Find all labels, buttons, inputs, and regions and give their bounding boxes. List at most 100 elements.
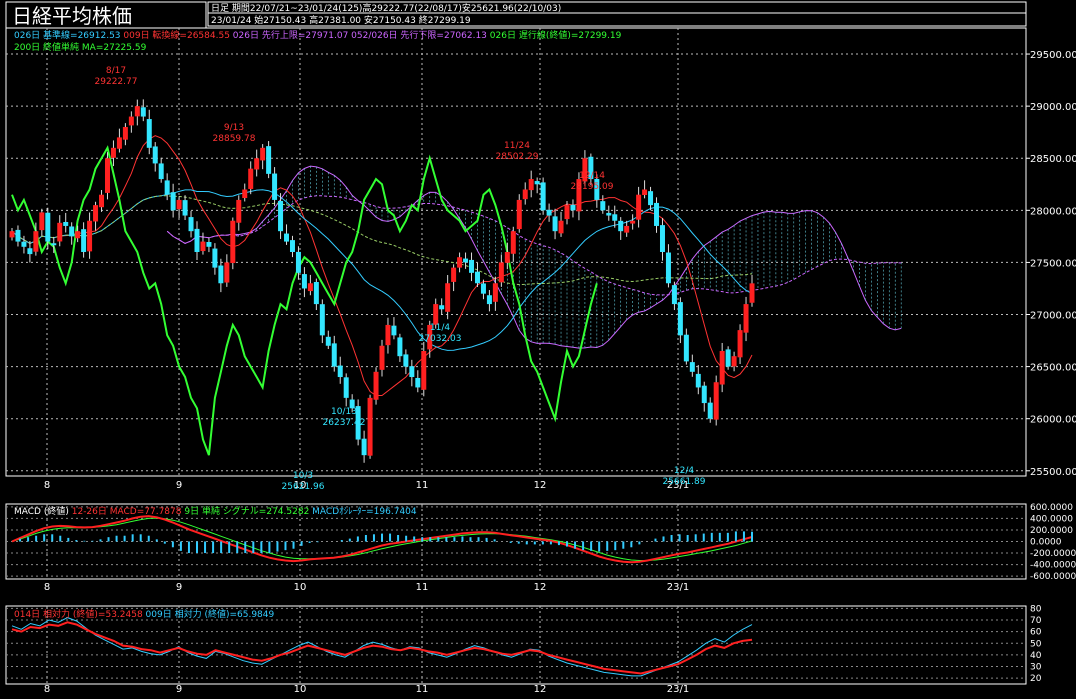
legend-entry: 009日 転換線=26584.55 — [121, 29, 230, 41]
candle-body — [409, 366, 415, 378]
legend-text: 026日 基準線=26912.53 009日 転換線=26584.55 026日… — [14, 29, 622, 41]
candle-body — [552, 216, 558, 232]
candle-body — [457, 257, 463, 268]
candle-body — [683, 334, 689, 362]
candle-body — [140, 107, 146, 117]
macd-legend: MACD (終値) 12-26日 MACD=77.7878 9日 単純 シグナル… — [14, 505, 417, 517]
y-tick-label: 40 — [1030, 651, 1042, 661]
legend-text: 200日 終値単純 MA=27225.59 — [14, 41, 147, 53]
chart-title: 日経平均株価 — [12, 4, 132, 28]
candle-body — [87, 220, 93, 252]
candle-body — [403, 354, 409, 367]
candle-body — [260, 147, 266, 161]
candle-body — [749, 283, 755, 303]
rsi14-line — [11, 621, 753, 675]
candle-body — [158, 163, 164, 180]
x-tick-label: 11 — [416, 480, 429, 491]
candle-body — [737, 330, 743, 358]
y-tick-label: 70 — [1030, 616, 1042, 626]
candle-body — [81, 229, 87, 252]
candle-body — [373, 371, 379, 400]
candle-body — [642, 189, 648, 196]
candle-body — [540, 182, 546, 211]
senkou-a-line — [166, 165, 902, 349]
annotation-date: 11/4 — [430, 323, 450, 333]
candle-body — [289, 240, 295, 252]
candle-body — [725, 349, 731, 367]
y-tick-label: 30 — [1030, 663, 1042, 673]
y-tick-label: 25500.00 — [1030, 467, 1076, 478]
legend-entry: MACDｵｼﾚｰﾀｰ=196.7404 — [309, 506, 417, 517]
candle-body — [528, 179, 534, 191]
candle-body — [343, 377, 349, 398]
candle-body — [152, 146, 158, 164]
y-tick-label: 20 — [1030, 674, 1042, 684]
y-tick-label: -400.0000 — [1030, 561, 1076, 571]
legend-entry: 026日 遅行線(終値)=27299.19 — [487, 29, 622, 41]
candle-body — [558, 220, 564, 234]
candle-body — [463, 258, 469, 263]
candle-body — [75, 231, 81, 239]
candle-body — [659, 225, 665, 252]
y-tick-label: 26500.00 — [1030, 363, 1076, 374]
y-tick-label: 200.0000 — [1030, 526, 1073, 536]
candle-body — [122, 126, 128, 140]
candle-body — [313, 282, 319, 305]
y-tick-label: 28500.00 — [1030, 154, 1076, 165]
candle-body — [110, 147, 116, 158]
candle-body — [242, 189, 248, 199]
annotation-date: 9/13 — [224, 123, 244, 133]
candle-body — [654, 202, 660, 226]
candle-body — [295, 251, 301, 273]
price-panel — [5, 27, 1027, 477]
x-tick-label: 12 — [534, 582, 547, 593]
candle-body — [104, 158, 110, 193]
candle-body — [194, 228, 200, 252]
candle-body — [278, 200, 284, 232]
candle-body — [367, 397, 373, 456]
candle-body — [534, 181, 540, 185]
candle-body — [236, 199, 242, 223]
candle-body — [421, 350, 427, 390]
legend-entry: 026日 基準線=26912.53 — [14, 29, 121, 41]
y-tick-label: 80 — [1030, 604, 1042, 614]
x-tick-label: 9 — [176, 480, 182, 491]
y-tick-label: 28000.00 — [1030, 206, 1076, 217]
candle-body — [15, 229, 21, 242]
y-tick-label: -600.0000 — [1030, 572, 1076, 582]
candle-body — [391, 325, 397, 336]
candle-body — [606, 212, 612, 216]
candle-body — [516, 199, 522, 230]
candle-body — [272, 173, 278, 200]
candle-body — [624, 225, 630, 233]
candle-body — [301, 274, 307, 289]
annotation-date: 12/14 — [579, 171, 605, 181]
candle-body — [689, 362, 695, 372]
y-tick-label: 29000.00 — [1030, 102, 1076, 113]
legend-text: 014日 相対力 (終値)=53.2458 009日 相対力 (終値)=65.9… — [14, 608, 275, 620]
candle-body — [93, 205, 99, 222]
x-tick-label: 23/1 — [667, 684, 689, 695]
legend-entry: 12-26日 MACD=77.7878 — [69, 506, 182, 517]
candle-body — [331, 343, 337, 367]
candle-body — [648, 191, 654, 206]
y-tick-label: 600.0000 — [1030, 503, 1073, 513]
legend-text: MACD (終値) 12-26日 MACD=77.7878 9日 単純 シグナル… — [14, 505, 417, 517]
candle-body — [361, 438, 367, 456]
candle-body — [266, 146, 272, 174]
candle-body — [612, 214, 618, 221]
candle-body — [671, 285, 677, 305]
candle-body — [546, 209, 552, 216]
candle-body — [254, 158, 260, 170]
legend-line-1: 026日 基準線=26912.53 009日 転換線=26584.55 026日… — [14, 29, 622, 41]
header-ohlc: 23/01/24 始27150.43 高27381.00 安27150.43 終… — [211, 14, 471, 26]
candle-body — [200, 241, 206, 252]
candle-body — [63, 221, 69, 226]
candle-body — [564, 205, 570, 220]
candle-body — [212, 248, 218, 268]
x-tick-label: 9 — [176, 684, 182, 695]
legend-entry: 9日 単純 シグナル=274.5282 — [182, 505, 310, 517]
x-tick-label: 10 — [294, 684, 307, 695]
y-tick-label: -200.0000 — [1030, 549, 1076, 559]
candles — [9, 99, 755, 463]
